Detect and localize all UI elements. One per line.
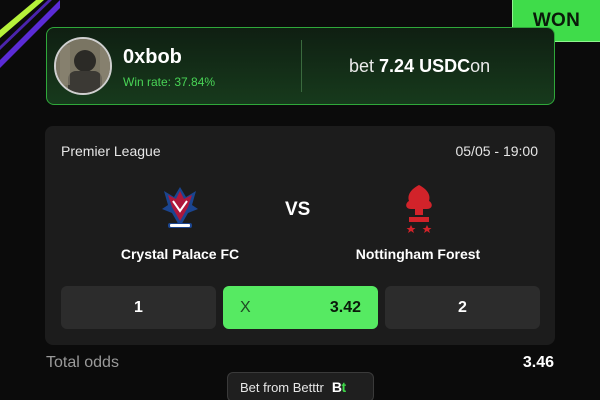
odd-away-button[interactable]: 2 [385, 286, 540, 329]
crystal-palace-crest-icon [162, 187, 198, 228]
odd-home-label: 1 [134, 298, 143, 316]
bet-from-betttr-link[interactable]: Bet from Betttr Bt [227, 372, 374, 400]
odd-away-label: 2 [458, 298, 467, 316]
bet-suffix: on [470, 56, 491, 76]
odd-home-button[interactable]: 1 [61, 286, 216, 329]
footer-text: Bet from Betttr [240, 379, 324, 395]
bet-amount: 7.24 [379, 56, 415, 76]
avatar[interactable] [54, 37, 112, 95]
odd-draw-value: 3.42 [329, 298, 361, 316]
bet-prefix: bet [349, 56, 375, 76]
total-odds-label: Total odds [46, 354, 119, 371]
bet-summary: bet 7.24 USDCon [349, 56, 490, 77]
league-name: Premier League [61, 143, 161, 159]
divider [301, 40, 302, 92]
nottingham-forest-crest-icon [406, 185, 432, 233]
username[interactable]: 0xbob [123, 46, 182, 69]
avatar-image [56, 39, 110, 93]
home-team-name: Crystal Palace FC [120, 246, 240, 262]
win-rate: Win rate: 37.84% [123, 75, 216, 89]
betttr-logo-icon: Bt [331, 379, 346, 395]
match-card: Premier League 05/05 - 19:00 VS Crystal … [45, 126, 555, 345]
odd-draw-label: X [240, 298, 251, 316]
total-odds-value: 3.46 [522, 354, 554, 371]
match-datetime: 05/05 - 19:00 [455, 143, 538, 159]
bet-currency: USDC [419, 56, 471, 76]
bettor-card: 0xbob Win rate: 37.84% bet 7.24 USDCon [46, 27, 555, 105]
odd-draw-button[interactable]: X 3.42 [223, 286, 378, 329]
versus-label: VS [285, 199, 311, 220]
away-team-name: Nottingham Forest [355, 246, 481, 262]
